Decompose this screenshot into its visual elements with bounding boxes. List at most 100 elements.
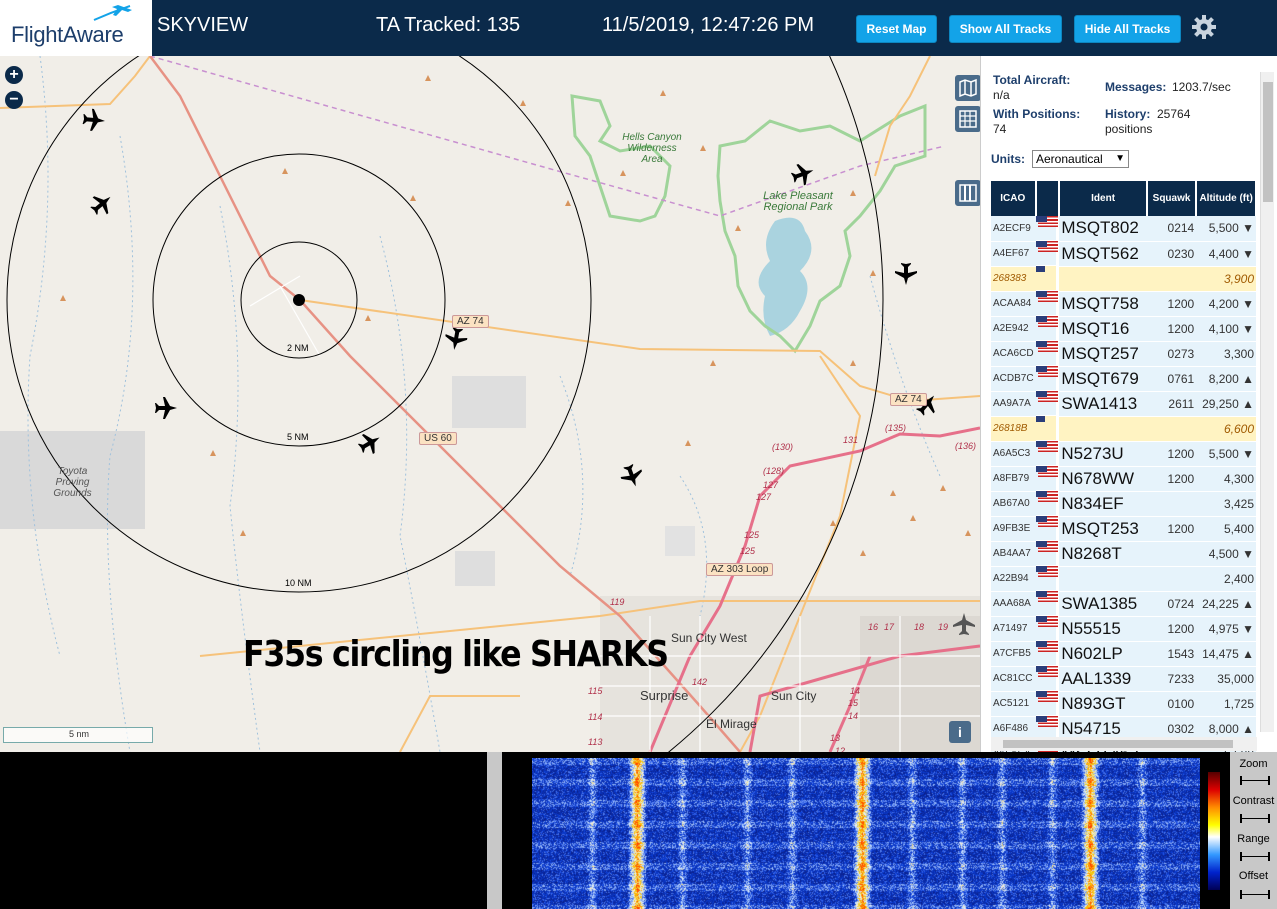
reset-map-button[interactable]: Reset Map [856, 15, 937, 43]
column-header-flag[interactable] [1035, 181, 1061, 216]
range-slider[interactable] [1240, 852, 1270, 861]
contrast-slider[interactable] [1240, 814, 1270, 823]
ident-cell [1059, 566, 1147, 592]
columns-toggle-button[interactable] [955, 180, 980, 206]
table-row[interactable]: AC81CC AAL1339 7233 35,000 [991, 666, 1256, 692]
aircraft-icon[interactable] [895, 263, 917, 285]
squawk-cell: 1200 [1146, 441, 1197, 467]
map-info-button[interactable]: i [949, 721, 971, 743]
grid-icon [959, 110, 977, 128]
table-row[interactable]: ACAA84 MSQT758 1200 4,200 ▼ [991, 291, 1256, 317]
hide-all-tracks-button[interactable]: Hide All Tracks [1074, 15, 1181, 43]
exit-number-label: 16 [868, 622, 879, 632]
panel-horizontal-scrollbar[interactable] [991, 737, 1257, 751]
zoom-out-button[interactable]: − [5, 91, 23, 109]
aircraft-icon[interactable] [87, 189, 118, 220]
town-sun-city-west: Sun City West [671, 631, 747, 645]
table-row[interactable]: A8FB79 N678WW 1200 4,300 [991, 466, 1256, 492]
map-icon [959, 78, 977, 98]
table-row[interactable]: A9FB3E MSQT253 1200 5,400 [991, 516, 1256, 542]
zoom-slider[interactable] [1240, 776, 1270, 785]
column-header-squawk[interactable]: Squawk [1146, 181, 1198, 216]
squawk-cell [1146, 541, 1197, 567]
panel-vertical-scrollbar[interactable] [1260, 72, 1274, 732]
flag-cell [1035, 616, 1058, 641]
scale-label: 5 nm [69, 729, 90, 739]
icao-cell: AC81CC [991, 666, 1036, 692]
map-layers-button[interactable] [955, 75, 980, 101]
table-row[interactable]: AB67A0 N834EF 3,425 [991, 491, 1256, 517]
table-row[interactable]: AC5121 N893GT 0100 1,725 [991, 691, 1256, 717]
altitude-cell: 3,300 [1196, 341, 1256, 367]
spectrum-panel: Zoom Contrast Range Offset [0, 752, 1277, 909]
us-flag-icon [1037, 316, 1058, 327]
us-flag-icon [1037, 341, 1058, 352]
map-view[interactable]: Hells Canyon Wilderness Area Lake Pleasa… [0, 56, 980, 752]
table-row[interactable]: A6A5C3 N5273U 1200 5,500 ▼ [991, 441, 1256, 467]
table-row[interactable]: A22B94 2,400 [991, 566, 1256, 592]
panel-divider[interactable] [487, 752, 502, 909]
dropdown-arrow-icon: ▼ [1115, 153, 1125, 164]
site-title: SKYVIEW [157, 14, 249, 36]
squawk-cell: 1200 [1146, 516, 1197, 542]
icao-cell: ACAA84 [991, 291, 1036, 317]
table-row[interactable]: A2ECF9 MSQT802 0214 5,500 ▼ [991, 216, 1256, 242]
altitude-cell: 4,200 ▼ [1196, 291, 1256, 317]
table-row[interactable]: A71497 N55515 1200 4,975 ▼ [991, 616, 1256, 642]
flag-cell [1035, 541, 1058, 566]
logo-text: FlightAware [11, 22, 124, 47]
range-label-10nm: 10 NM [285, 578, 312, 588]
squawk-cell: 1543 [1146, 641, 1197, 667]
column-header-icao[interactable]: ICAO [991, 181, 1037, 216]
exit-number-label: 14 [850, 686, 861, 696]
squawk-cell: 2611 [1146, 391, 1197, 417]
table-row[interactable]: AAA68A SWA1385 0724 24,225 ▲ [991, 591, 1256, 617]
flag-cell [1035, 216, 1058, 241]
history-label: History: [1105, 107, 1151, 121]
columns-icon [959, 184, 977, 202]
exit-number-label: 142 [692, 677, 708, 687]
icao-cell: A7CFB5 [991, 641, 1036, 667]
show-all-tracks-button[interactable]: Show All Tracks [949, 15, 1062, 43]
altitude-cell: 4,975 ▼ [1196, 616, 1256, 642]
aircraft-icon[interactable] [82, 108, 106, 132]
aircraft-icon[interactable] [443, 326, 468, 351]
table-row[interactable]: ACDB7C MSQT679 0761 8,200 ▲ [991, 366, 1256, 392]
table-row[interactable]: A2E942 MSQT16 1200 4,100 ▼ [991, 316, 1256, 342]
settings-gear-icon[interactable] [1191, 14, 1217, 40]
messages-value: 1203.7/sec [1172, 80, 1231, 94]
us-flag-icon [1037, 366, 1058, 377]
exit-number-label: 19 [938, 622, 949, 632]
scrollbar-thumb[interactable] [1003, 740, 1233, 748]
offset-slider[interactable] [1240, 890, 1270, 899]
table-row[interactable]: AA9A7A SWA1413 2611 29,250 ▲ [991, 391, 1256, 417]
exit-number-label: 115 [588, 686, 603, 696]
table-row[interactable]: 26818B 6,600 [991, 416, 1256, 442]
scrollbar-thumb[interactable] [1263, 82, 1273, 202]
grid-toggle-button[interactable] [955, 106, 980, 132]
column-header-ident[interactable]: Ident [1059, 181, 1148, 216]
table-row[interactable]: ACA6CD MSQT257 0273 3,300 [991, 341, 1256, 367]
table-row[interactable]: A7CFB5 N602LP 1543 14,475 ▲ [991, 641, 1256, 667]
us-flag-icon [1037, 466, 1058, 477]
column-header-altitude[interactable]: Altitude (ft) [1196, 181, 1257, 216]
exit-number-label: 14 [848, 711, 859, 721]
table-row[interactable]: A4EF67 MSQT562 0230 4,400 ▼ [991, 241, 1256, 267]
road-shield-az74: AZ 74 [890, 393, 927, 406]
us-flag-icon [1037, 441, 1058, 452]
toyota-proving-grounds-label: Toyota Proving Grounds [53, 466, 92, 499]
aircraft-icon[interactable] [789, 160, 817, 188]
ident-cell [1059, 266, 1147, 292]
aircraft-icon[interactable] [618, 462, 646, 490]
units-label: Units: [991, 152, 1025, 166]
units-select[interactable]: Aeronautical ▼ [1032, 150, 1129, 168]
aircraft-icon[interactable] [155, 397, 177, 419]
current-datetime: 11/5/2019, 12:47:26 PM [602, 14, 815, 36]
table-row[interactable]: AB4AA7 N8268T 4,500 ▼ [991, 541, 1256, 567]
table-row[interactable]: 268383 3,900 [991, 266, 1256, 292]
altitude-cell: 4,500 ▼ [1196, 541, 1256, 567]
range-label-2nm: 2 NM [287, 343, 309, 353]
zoom-in-button[interactable]: + [5, 66, 23, 84]
flightaware-logo[interactable]: FlightAware [0, 0, 152, 56]
altitude-cell: 5,500 ▼ [1196, 441, 1256, 467]
